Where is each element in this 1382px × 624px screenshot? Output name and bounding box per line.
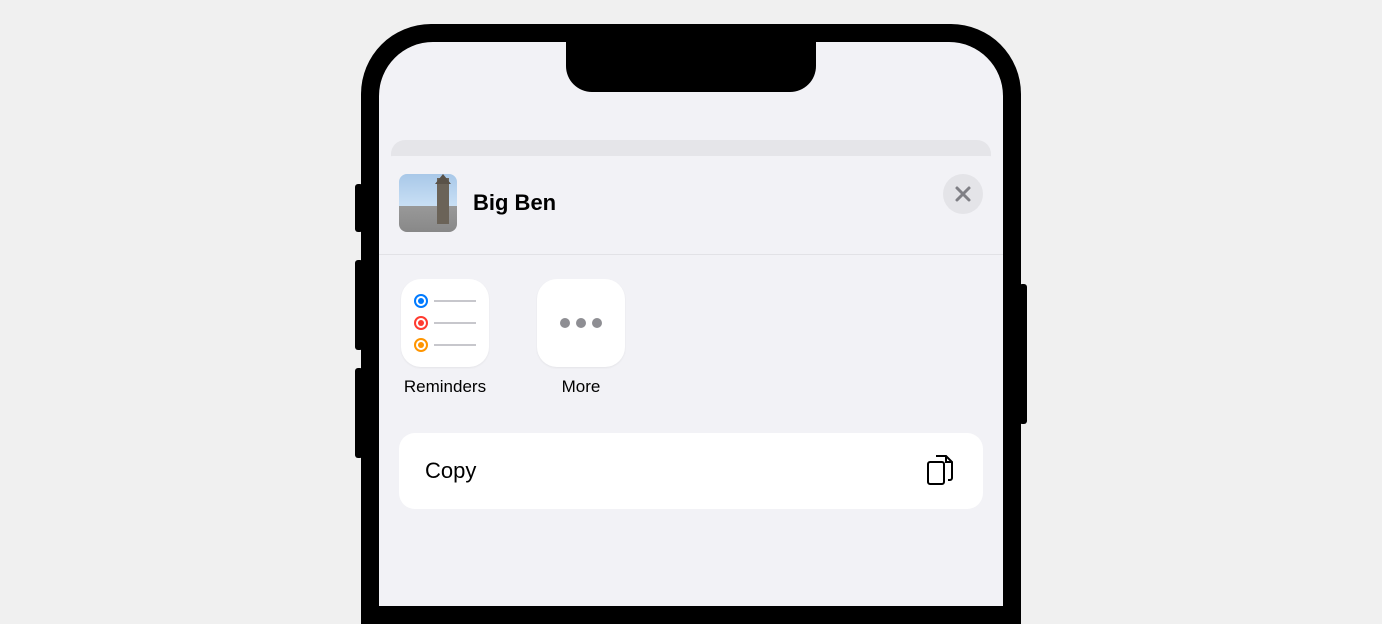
- share-app-label: Reminders: [404, 377, 486, 397]
- share-app-more[interactable]: More: [537, 279, 625, 397]
- share-thumbnail: [399, 174, 457, 232]
- side-button-volume-up: [355, 260, 363, 350]
- side-button-power: [1019, 284, 1027, 424]
- share-sheet-header: Big Ben: [379, 156, 1003, 255]
- action-label: Copy: [425, 458, 476, 484]
- action-copy[interactable]: Copy: [399, 433, 983, 509]
- more-app-icon: [537, 279, 625, 367]
- close-button[interactable]: [943, 174, 983, 214]
- phone-frame: Big Ben Reminders: [361, 24, 1021, 624]
- share-sheet: Big Ben Reminders: [379, 156, 1003, 606]
- side-button-volume-down: [355, 368, 363, 458]
- ellipsis-icon: [560, 318, 602, 328]
- share-app-reminders[interactable]: Reminders: [401, 279, 489, 397]
- share-app-label: More: [562, 377, 601, 397]
- notch: [566, 42, 816, 92]
- copy-doc-icon: [925, 455, 957, 487]
- phone-screen: Big Ben Reminders: [379, 42, 1003, 606]
- share-action-list: Copy: [399, 433, 983, 509]
- share-apps-row: Reminders More: [379, 255, 1003, 415]
- share-title: Big Ben: [473, 190, 556, 216]
- reminders-app-icon: [401, 279, 489, 367]
- side-button-silence: [355, 184, 363, 232]
- close-icon: [954, 185, 972, 203]
